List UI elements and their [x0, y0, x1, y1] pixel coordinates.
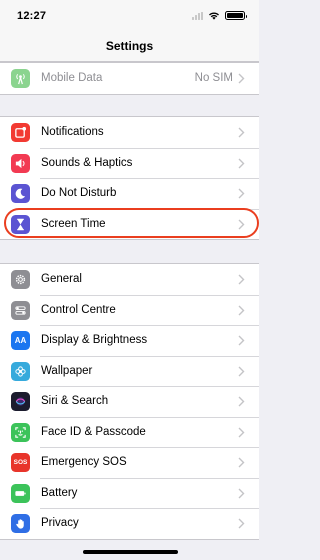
- settings-row-privacy[interactable]: Privacy: [0, 508, 259, 539]
- chevron-right-icon: [238, 427, 248, 437]
- settings-row-battery[interactable]: Battery: [0, 477, 259, 509]
- chevron-right-icon: [238, 518, 248, 529]
- settings-group-notifications: Notifications Sounds & Haptics Do Not Di…: [0, 116, 259, 240]
- settings-row-label: Notifications: [41, 126, 104, 138]
- moon-icon: [11, 184, 30, 203]
- control-centre-icon: [11, 300, 30, 320]
- cellular-signal-icon: [192, 11, 203, 20]
- settings-row-face-id[interactable]: Face ID & Passcode: [0, 416, 259, 448]
- settings-row-mobile-data[interactable]: Mobile Data No SIM: [0, 63, 259, 94]
- settings-row-label: Screen Time: [41, 217, 106, 230]
- chevron-right-icon: [238, 305, 248, 315]
- settings-row-control-centre[interactable]: Control Centre: [0, 294, 259, 326]
- settings-row-label: Emergency SOS: [41, 456, 127, 468]
- settings-row-screen-time[interactable]: Screen Time: [0, 208, 259, 240]
- status-time: 12:27: [17, 10, 47, 22]
- face-id-icon: [11, 422, 30, 442]
- navigation-bar: Settings: [0, 30, 259, 62]
- chevron-right-icon: [238, 73, 248, 84]
- status-bar: 12:27: [0, 0, 259, 30]
- home-indicator[interactable]: [83, 550, 178, 554]
- chevron-right-icon: [238, 366, 248, 376]
- antenna-icon: [11, 69, 30, 88]
- settings-row-label: Privacy: [41, 517, 79, 529]
- settings-row-label: Wallpaper: [41, 364, 93, 377]
- hourglass-icon: [11, 214, 30, 234]
- hand-icon: [11, 514, 30, 533]
- settings-row-label: Battery: [41, 486, 78, 499]
- chevron-right-icon: [238, 219, 248, 229]
- chevron-right-icon: [238, 158, 248, 168]
- page-title: Settings: [105, 39, 154, 53]
- settings-row-value: No SIM: [194, 72, 233, 84]
- settings-group-connectivity: Mobile Data No SIM: [0, 62, 259, 95]
- settings-row-emergency-sos[interactable]: SOS Emergency SOS: [0, 447, 259, 478]
- settings-row-label: Do Not Disturb: [41, 187, 117, 199]
- settings-row-sounds-haptics[interactable]: Sounds & Haptics: [0, 147, 259, 179]
- speaker-icon: [11, 153, 30, 173]
- battery-icon: [11, 483, 30, 503]
- settings-row-do-not-disturb[interactable]: Do Not Disturb: [0, 178, 259, 209]
- settings-row-display-brightness[interactable]: AA Display & Brightness: [0, 325, 259, 356]
- chevron-right-icon: [238, 488, 248, 498]
- chevron-right-icon: [238, 457, 248, 468]
- settings-row-wallpaper[interactable]: Wallpaper: [0, 355, 259, 387]
- chevron-right-icon: [238, 274, 248, 285]
- settings-row-label: Control Centre: [41, 303, 116, 316]
- wallpaper-flower-icon: [11, 361, 30, 381]
- chevron-right-icon: [238, 396, 248, 407]
- gear-icon: [11, 270, 30, 289]
- sos-icon: SOS: [11, 453, 30, 472]
- chevron-right-icon: [238, 335, 248, 346]
- display-icon: AA: [11, 331, 30, 350]
- settings-row-label: Mobile Data: [41, 72, 103, 84]
- settings-row-label: Display & Brightness: [41, 334, 148, 346]
- chevron-right-icon: [238, 127, 248, 138]
- battery-status-icon: [225, 11, 247, 20]
- settings-row-label: Face ID & Passcode: [41, 425, 146, 438]
- settings-row-siri-search[interactable]: Siri & Search: [0, 386, 259, 417]
- settings-row-label: Siri & Search: [41, 395, 109, 407]
- wifi-icon: [209, 12, 219, 20]
- notifications-icon: [11, 123, 30, 142]
- settings-group-general: General Control Centre AA Display & Brig…: [0, 263, 259, 540]
- settings-row-label: Sounds & Haptics: [41, 156, 133, 169]
- settings-row-label: General: [41, 273, 82, 285]
- siri-icon: [11, 392, 30, 411]
- settings-row-general[interactable]: General: [0, 264, 259, 295]
- status-icons: [192, 11, 247, 20]
- settings-row-notifications[interactable]: Notifications: [0, 117, 259, 148]
- chevron-right-icon: [238, 188, 248, 199]
